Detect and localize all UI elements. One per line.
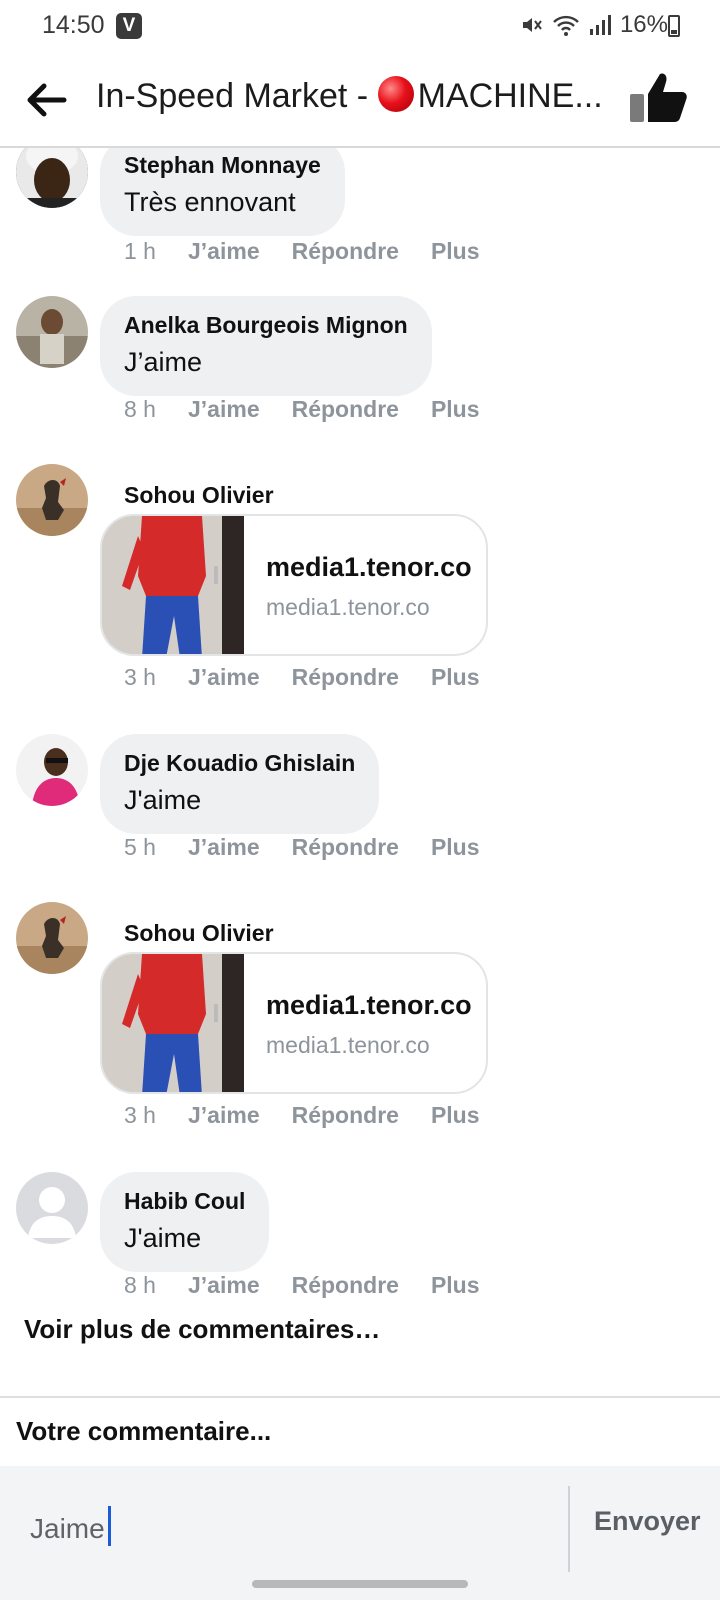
reply-link[interactable]: Répondre [292, 238, 399, 265]
link-thumbnail [102, 516, 244, 654]
comment-author[interactable]: Sohou Olivier [124, 920, 274, 947]
view-more-comments-link[interactable]: Voir plus de commentaires… [24, 1314, 380, 1345]
avatar[interactable] [16, 1172, 88, 1244]
comment-bubble[interactable]: Stephan Monnaye Très ennovant [100, 148, 345, 236]
send-button[interactable]: Envoyer [594, 1506, 701, 1537]
link-title: media1.tenor.co [266, 552, 472, 582]
avatar[interactable] [16, 464, 88, 536]
like-link[interactable]: J’aime [188, 664, 260, 691]
like-link[interactable]: J’aime [188, 238, 260, 265]
comment-item: Sohou Olivier media1.tenor.co media1.ten… [0, 464, 720, 694]
comment-time: 8 h [124, 396, 156, 422]
comment-time: 3 h [124, 664, 156, 690]
comment-author[interactable]: Habib Coul [124, 1188, 245, 1215]
text-cursor [108, 1506, 111, 1546]
comment-actions: 3 h J’aime Répondre Plus [124, 1102, 512, 1129]
status-icons: 16% [520, 11, 668, 39]
wifi-icon [553, 15, 579, 36]
comment-author[interactable]: Dje Kouadio Ghislain [124, 750, 355, 777]
status-bar: 14:50 V 16% [0, 0, 720, 52]
like-link[interactable]: J’aime [188, 396, 260, 423]
home-indicator[interactable] [252, 1580, 468, 1588]
comment-actions: 8 h J’aime Répondre Plus [124, 396, 512, 423]
more-link[interactable]: Plus [431, 238, 480, 265]
link-preview-card[interactable]: media1.tenor.co media1.tenor.co [100, 514, 488, 656]
reply-link[interactable]: Répondre [292, 834, 399, 861]
comment-text: J'aime [124, 1223, 202, 1253]
avatar[interactable] [16, 296, 88, 368]
comment-author[interactable]: Stephan Monnaye [124, 152, 321, 179]
compose-label: Votre commentaire... [16, 1416, 272, 1446]
mute-icon [522, 18, 542, 32]
comment-text: J'aime [124, 785, 202, 815]
comment-time: 5 h [124, 834, 156, 860]
comment-list: Stephan Monnaye Très ennovant 1 h J’aime… [0, 148, 720, 1388]
comment-actions: 3 h J’aime Répondre Plus [124, 664, 512, 691]
red-circle-emoji-icon [377, 76, 414, 112]
more-link[interactable]: Plus [431, 1102, 480, 1129]
comment-time: 8 h [124, 1272, 156, 1298]
reply-link[interactable]: Répondre [292, 1272, 399, 1299]
like-link[interactable]: J’aime [188, 834, 260, 861]
back-arrow-icon[interactable] [20, 74, 72, 126]
link-domain: media1.tenor.co [266, 1032, 430, 1058]
reply-link[interactable]: Répondre [292, 396, 399, 423]
comment-item: Stephan Monnaye Très ennovant 1 h J’aime… [0, 148, 720, 266]
comment-text: Très ennovant [124, 187, 296, 217]
link-preview-card[interactable]: media1.tenor.co media1.tenor.co [100, 952, 488, 1094]
comment-actions: 5 h J’aime Répondre Plus [124, 834, 512, 861]
comment-actions: 1 h J’aime Répondre Plus [124, 238, 512, 265]
avatar[interactable] [16, 902, 88, 974]
comment-actions: 8 h J’aime Répondre Plus [124, 1272, 512, 1299]
battery-percent: 16% [619, 11, 668, 38]
more-link[interactable]: Plus [431, 396, 480, 423]
comment-item: Dje Kouadio Ghislain J'aime 5 h J’aime R… [0, 734, 720, 874]
header: In-Speed Market - MACHINE... [0, 52, 720, 148]
input-divider [568, 1486, 570, 1572]
status-time: 14:50 [42, 11, 105, 39]
comment-bubble[interactable]: Habib Coul J'aime [100, 1172, 270, 1272]
comment-time: 1 h [124, 238, 156, 264]
comment-author[interactable]: Anelka Bourgeois Mignon [124, 312, 408, 339]
avatar[interactable] [16, 148, 88, 208]
link-title: media1.tenor.co [266, 990, 472, 1020]
comment-item: Sohou Olivier media1.tenor.co media1.ten… [0, 902, 720, 1132]
thumbs-up-like-icon[interactable] [628, 70, 690, 126]
link-domain: media1.tenor.co [266, 594, 430, 620]
comment-bubble[interactable]: Dje Kouadio Ghislain J'aime [100, 734, 380, 834]
divider [0, 1396, 720, 1398]
avatar[interactable] [16, 734, 88, 806]
like-link[interactable]: J’aime [188, 1102, 260, 1129]
reply-link[interactable]: Répondre [292, 664, 399, 691]
link-thumbnail [102, 954, 244, 1092]
comment-author[interactable]: Sohou Olivier [124, 482, 274, 509]
comment-bubble[interactable]: Anelka Bourgeois Mignon J’aime [100, 296, 432, 396]
reply-link[interactable]: Répondre [292, 1102, 399, 1129]
comment-text: J’aime [124, 347, 203, 377]
signal-icon [589, 15, 611, 35]
like-link[interactable]: J’aime [188, 1272, 260, 1299]
battery-icon [668, 15, 680, 37]
comment-item: Anelka Bourgeois Mignon J’aime 8 h J’aim… [0, 296, 720, 436]
comment-time: 3 h [124, 1102, 156, 1128]
app-notification-icon: V [116, 13, 142, 39]
comment-item: Habib Coul J'aime 8 h J’aime Répondre Pl… [0, 1172, 720, 1312]
more-link[interactable]: Plus [431, 834, 480, 861]
more-link[interactable]: Plus [431, 664, 480, 691]
page-title: In-Speed Market - MACHINE... [96, 76, 603, 115]
more-link[interactable]: Plus [431, 1272, 480, 1299]
